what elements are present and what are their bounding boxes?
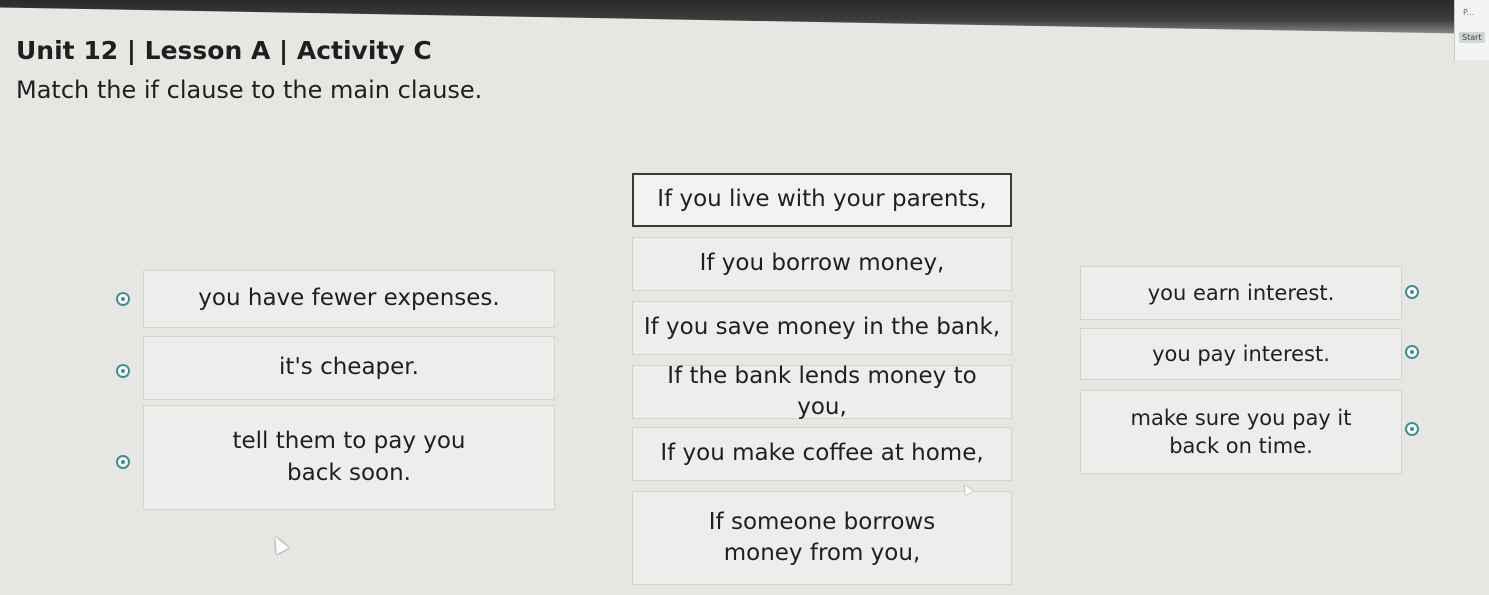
if-clause-card[interactable]: If you save money in the bank, <box>632 301 1012 355</box>
if-clause-card[interactable]: If you live with your parents, <box>632 173 1012 227</box>
main-clause-text: make sure you pay it back on time. <box>1130 405 1352 458</box>
if-clause-text: If you borrow money, <box>699 250 945 277</box>
main-clause-text: you earn interest. <box>1147 280 1335 305</box>
match-radio-button[interactable] <box>1405 422 1419 436</box>
if-clause-text: If the bank lends money to you, <box>667 362 977 420</box>
main-clause-card[interactable]: make sure you pay it back on time. <box>1080 390 1402 474</box>
match-radio-button[interactable] <box>116 292 130 306</box>
match-radio-button[interactable] <box>1405 285 1419 299</box>
main-clause-card[interactable]: it's cheaper. <box>143 336 555 400</box>
if-clause-text: If you live with your parents, <box>657 186 987 213</box>
if-clause-text: If you save money in the bank, <box>643 314 1001 341</box>
window-top-bar <box>0 0 1489 34</box>
main-clause-card[interactable]: you earn interest. <box>1080 266 1402 320</box>
corner-mini-label: P... <box>1463 8 1475 17</box>
start-button[interactable]: Start <box>1459 32 1485 43</box>
match-radio-button[interactable] <box>116 364 130 378</box>
main-clause-card[interactable]: you pay interest. <box>1080 328 1402 380</box>
if-clause-text: If you make coffee at home, <box>660 440 984 467</box>
main-clause-text: it's cheaper. <box>279 354 419 381</box>
match-radio-button[interactable] <box>116 455 130 469</box>
if-clause-card[interactable]: If the bank lends money to you, <box>632 363 1012 420</box>
if-clause-card[interactable]: If you make coffee at home, <box>632 427 1012 481</box>
instruction-text: Match the if clause to the main clause. <box>16 76 483 104</box>
main-clause-card[interactable]: tell them to pay you back soon. <box>143 405 555 510</box>
if-clause-card[interactable]: If you borrow money, <box>632 237 1012 291</box>
if-clause-text: If someone borrows money from you, <box>708 508 936 566</box>
page-title: Unit 12 | Lesson A | Activity C <box>16 36 432 65</box>
main-clause-text: you pay interest. <box>1152 341 1330 366</box>
if-clause-card[interactable]: If someone borrows money from you, <box>632 491 1012 585</box>
corner-panel: P... Start <box>1454 0 1489 60</box>
main-clause-text: tell them to pay you back soon. <box>232 428 466 486</box>
mouse-cursor-icon <box>269 533 289 555</box>
main-clause-text: you have fewer expenses. <box>198 285 500 312</box>
main-clause-card[interactable]: you have fewer expenses. <box>143 270 555 328</box>
match-radio-button[interactable] <box>1405 345 1419 359</box>
